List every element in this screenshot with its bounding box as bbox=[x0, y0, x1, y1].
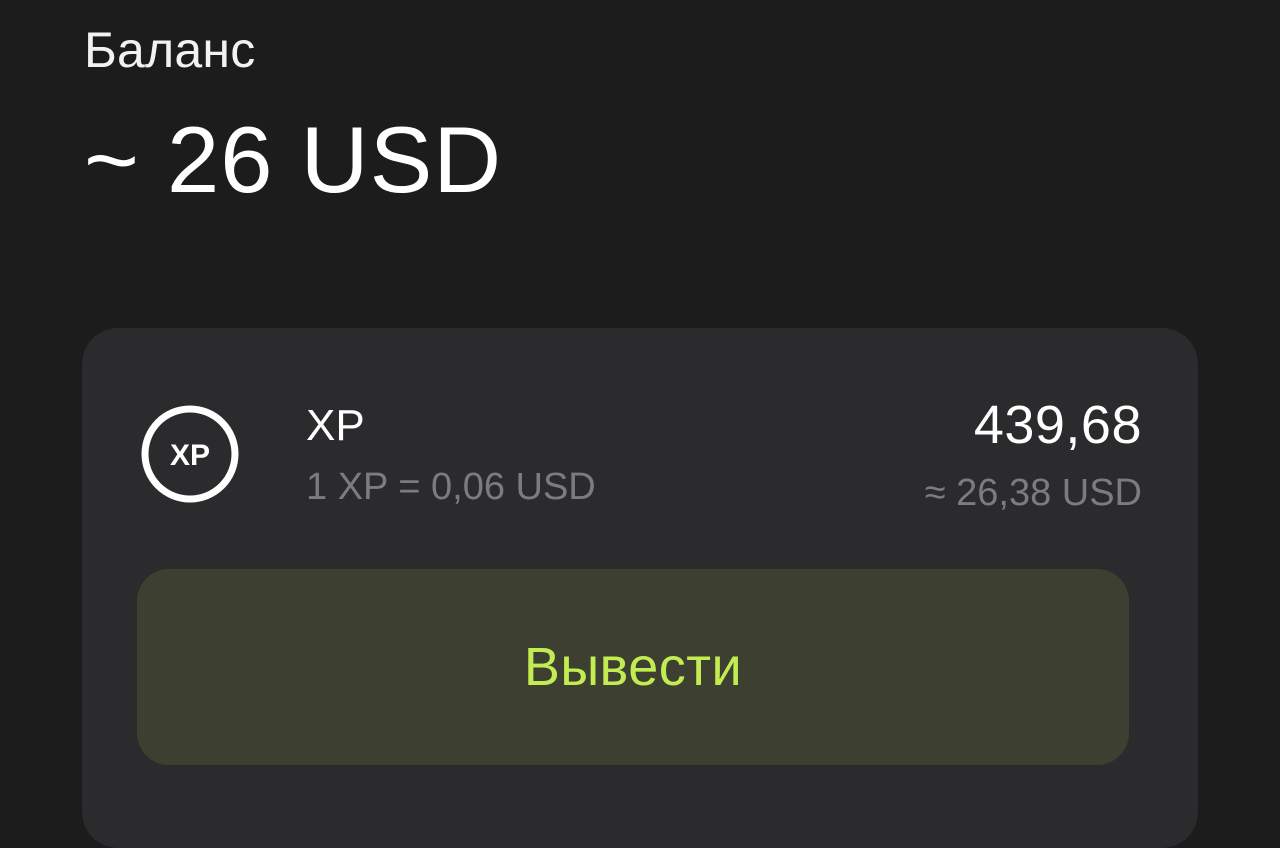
token-name: XP bbox=[306, 401, 365, 450]
xp-token-icon: XP bbox=[140, 404, 240, 504]
balance-amount: ~ 26 USD bbox=[84, 107, 503, 212]
withdraw-button[interactable]: Вывести bbox=[137, 569, 1129, 765]
xp-icon-text: XP bbox=[170, 439, 210, 472]
asset-card: XP XP 1 XP = 0,06 USD 439,68 ≈ 26,38 USD… bbox=[82, 328, 1198, 848]
xp-token-icon-graphic: XP bbox=[141, 405, 239, 503]
withdraw-button-label: Вывести bbox=[523, 637, 743, 697]
balance-label: Баланс bbox=[84, 22, 256, 78]
token-rate: 1 XP = 0,06 USD bbox=[306, 466, 596, 508]
token-usd-value: ≈ 26,38 USD bbox=[924, 472, 1142, 514]
token-amount: 439,68 bbox=[973, 395, 1142, 455]
